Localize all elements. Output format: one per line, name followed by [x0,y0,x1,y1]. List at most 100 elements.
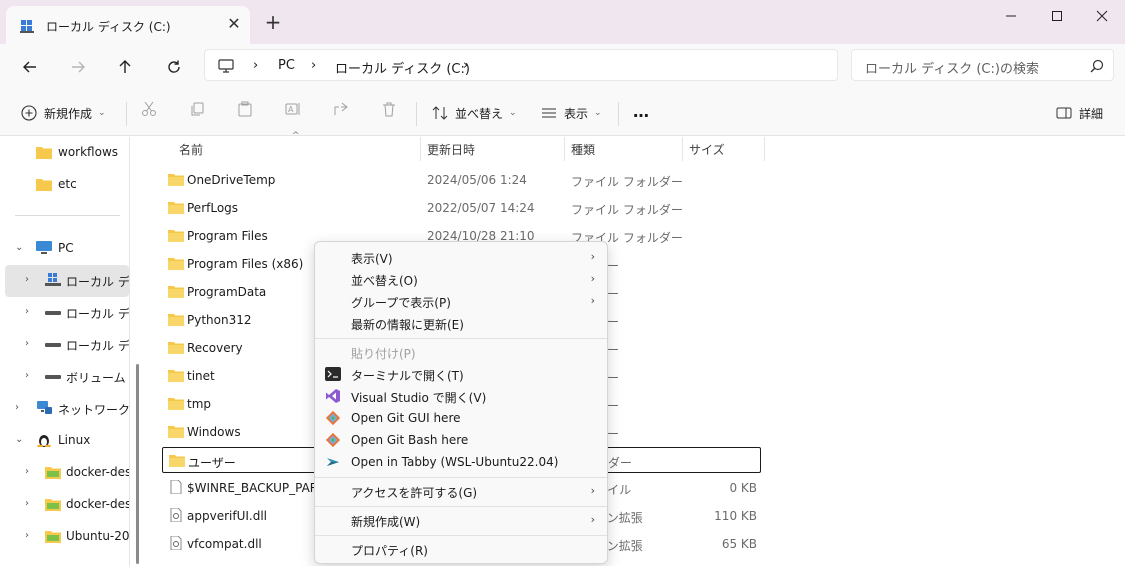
rename-icon[interactable]: A [284,100,302,118]
address-row: › PC › ローカル ディスク (C:) › ローカル ディスク (C:)の検… [0,44,1125,88]
menu-item-refresh[interactable]: 最新の情報に更新(E) [319,312,605,334]
sidebar-item-ubuntu[interactable]: › Ubuntu-20.0 [5,521,129,553]
minimize-button[interactable] [988,0,1034,32]
new-button[interactable]: 新規作成 ⌄ [20,100,106,126]
breadcrumb-separator-icon[interactable]: › [253,58,258,73]
column-header-size[interactable]: サイズ [689,137,725,161]
sort-button[interactable]: 並べ替え ⌄ [431,100,517,126]
chevron-right-icon[interactable]: › [25,467,35,477]
menu-item-sort[interactable]: 並べ替え(O) › [319,268,605,290]
breadcrumb-separator-icon[interactable]: › [311,58,316,73]
column-header-type[interactable]: 種類 [571,137,595,161]
delete-icon[interactable] [380,100,398,118]
nav-scrollbar[interactable] [136,364,139,564]
file-name: Program Files (x86) [187,257,304,271]
sidebar-item-docker-desktop-1[interactable]: › docker-desk [5,457,129,489]
menu-item-give-access[interactable]: アクセスを許可する(G) › [319,480,605,502]
breadcrumb-pc[interactable]: PC [278,58,295,73]
up-button[interactable] [111,53,139,81]
sidebar-item-local-disk-c[interactable]: › ローカル ディスク [5,265,129,297]
file-name: tmp [187,397,212,411]
divider[interactable] [682,137,683,161]
view-label: 表示 [564,106,589,121]
menu-item-git-gui[interactable]: Open Git GUI here [319,407,605,429]
menu-item-open-terminal[interactable]: ターミナルで開く(T) [319,363,605,385]
sidebar-item-linux[interactable]: ⌄ Linux [5,425,129,457]
plus-circle-icon [20,104,38,122]
chevron-right-icon[interactable]: › [25,339,35,349]
divider[interactable] [420,137,421,161]
file-icon [168,479,184,495]
menu-item-open-tabby[interactable]: Open in Tabby (WSL-Ubuntu22.04) [319,451,605,473]
file-name: Windows [187,425,241,439]
new-tab-button[interactable]: + [262,12,284,34]
divider [315,535,607,536]
folder-icon [168,284,184,298]
close-tab-icon[interactable]: ✕ [224,14,244,34]
file-row[interactable]: OneDriveTemp 2024/05/06 1:24 ファイル フォルダー [162,167,761,193]
cut-icon[interactable] [140,100,158,118]
paste-icon[interactable] [236,100,254,118]
file-row[interactable]: PerfLogs 2022/05/07 14:24 ファイル フォルダー [162,195,761,221]
chevron-right-icon[interactable]: › [25,371,35,381]
linux-icon [37,435,51,447]
file-size: 65 KB [721,537,757,551]
green-folder-icon [45,467,61,479]
search-box[interactable]: ローカル ディスク (C:)の検索 [851,49,1114,81]
chevron-right-icon[interactable]: › [15,403,25,413]
view-button[interactable]: 表示 ⌄ [540,100,602,126]
menu-item-git-bash[interactable]: Open Git Bash here [319,429,605,451]
chevron-down-icon[interactable]: ⌄ [15,435,25,445]
share-icon[interactable] [332,100,350,118]
more-options-button[interactable]: … [633,98,649,124]
back-button[interactable] [16,53,44,81]
forward-button[interactable] [64,53,92,81]
chevron-down-icon: ⌄ [509,108,517,118]
address-bar[interactable]: › PC › ローカル ディスク (C:) › [204,49,838,81]
breadcrumb-separator-icon[interactable]: › [463,58,468,73]
sidebar-item-workflows[interactable]: workflows [5,137,129,169]
folder-icon [36,147,52,159]
divider [15,215,120,216]
file-name: Python312 [187,313,252,327]
copy-icon[interactable] [188,100,206,118]
divider[interactable] [564,137,565,161]
sidebar-item-docker-desktop-2[interactable]: › docker-desk [5,489,129,521]
menu-item-group-by[interactable]: グループで表示(P) › [319,290,605,312]
chevron-right-icon: › [590,294,595,307]
divider[interactable] [764,137,765,161]
refresh-button[interactable] [160,53,188,81]
chevron-right-icon[interactable]: › [25,499,35,509]
menu-item-new[interactable]: 新規作成(W) › [319,509,605,531]
folder-icon [168,256,184,270]
column-header-date[interactable]: 更新日時 [427,137,475,161]
arrow-left-icon [23,61,36,73]
chevron-down-icon[interactable]: ⌄ [15,243,25,253]
menu-item-open-visual-studio[interactable]: Visual Studio で開く(V) [319,385,605,407]
pc-icon [36,241,52,254]
chevron-right-icon[interactable]: › [25,275,35,285]
search-icon[interactable] [1090,59,1104,73]
sidebar-item-network[interactable]: › ネットワーク [5,393,129,425]
tab-title: ローカル ディスク (C:) [46,20,171,34]
maximize-button[interactable] [1034,0,1080,32]
sidebar-item-volume[interactable]: › ボリューム (ori [5,361,129,393]
chevron-right-icon: › [590,513,595,526]
chevron-right-icon[interactable]: › [25,307,35,317]
sidebar-item-etc[interactable]: etc [5,169,129,201]
sidebar-item-pc[interactable]: ⌄ PC [5,233,129,265]
chevron-right-icon[interactable]: › [25,531,35,541]
sidebar-item-local-disk-3[interactable]: › ローカル ディス [5,329,129,361]
breadcrumb-local-disk[interactable]: ローカル ディスク (C:) [335,58,470,77]
details-button[interactable]: 詳細 [1055,100,1103,126]
chevron-right-icon: › [590,250,595,263]
close-window-button[interactable] [1079,0,1125,32]
dll-icon [168,507,184,523]
active-tab[interactable]: ローカル ディスク (C:) ✕ [6,6,250,44]
menu-item-view[interactable]: 表示(V) › [319,246,605,268]
menu-item-paste[interactable]: 貼り付け(P) [319,341,605,363]
column-header-name[interactable]: 名前 [179,137,203,161]
menu-item-properties[interactable]: プロパティ(R) [319,538,605,560]
file-name: OneDriveTemp [187,173,276,187]
sidebar-item-local-disk-2[interactable]: › ローカル ディス [5,297,129,329]
